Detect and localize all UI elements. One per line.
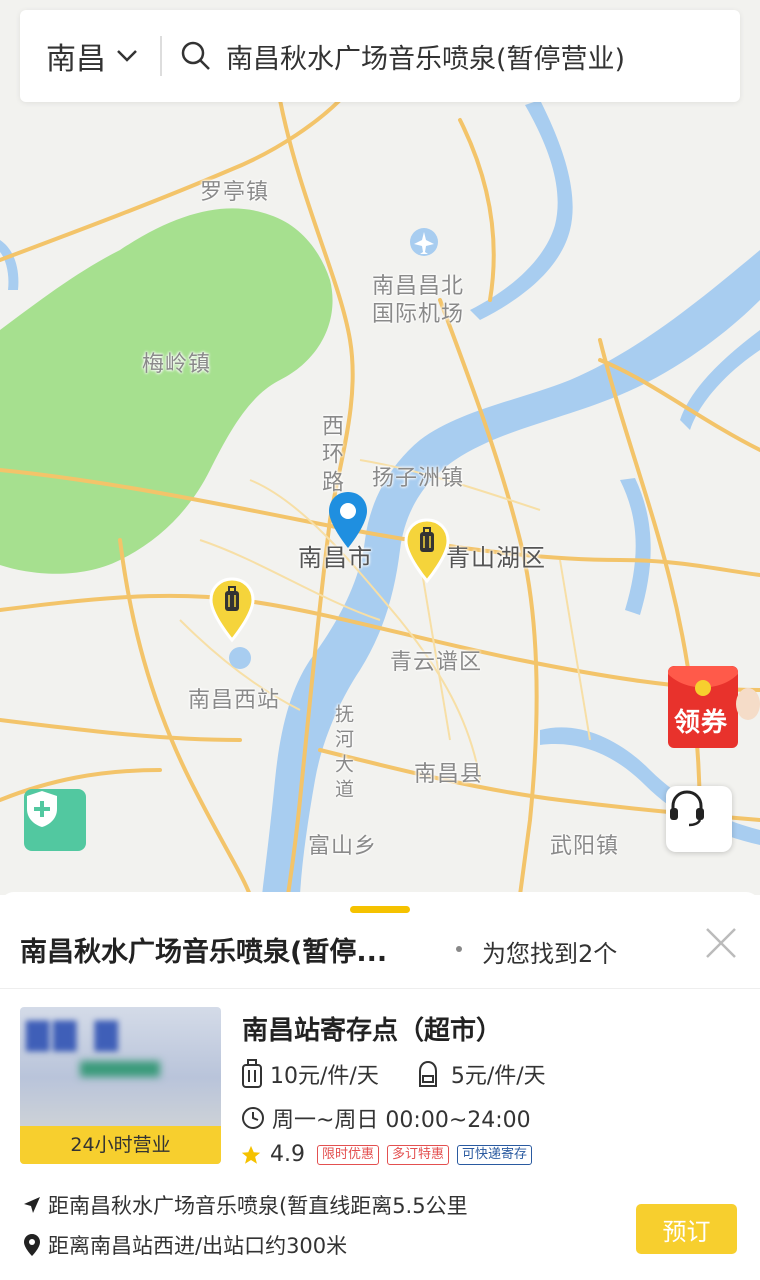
map-label-airport-line2: 国际机场	[372, 302, 465, 327]
thumbnail-image-content: ▇▇ ▇	[26, 1017, 122, 1052]
address-row: 距离南昌站西进/出站口约300米	[22, 1230, 347, 1260]
luggage-storage-pin-icon[interactable]	[208, 577, 256, 643]
location-marker-icon	[24, 1234, 40, 1256]
sheet-title: 南昌秋水广场音乐喷泉(暂停...	[20, 937, 388, 968]
map-label-meiling: 梅岭镇	[142, 352, 212, 377]
map-label-luoting: 罗亭镇	[200, 180, 270, 205]
sheet-drag-handle[interactable]	[350, 906, 410, 913]
luggage-icon	[242, 1059, 262, 1088]
close-icon[interactable]	[703, 925, 739, 961]
map-label-xihuan: 西环路	[318, 414, 343, 498]
location-pin-icon[interactable]	[326, 490, 370, 550]
chevron-down-icon	[117, 50, 137, 62]
book-button[interactable]: 预订	[636, 1204, 737, 1254]
backpack-icon	[418, 1060, 437, 1087]
luggage-storage-pin-icon[interactable]	[403, 518, 451, 584]
city-selector[interactable]: 南昌	[46, 34, 138, 78]
map-label-qingshanhu: 青山湖区	[446, 544, 546, 572]
shield-plus-icon	[27, 791, 57, 827]
search-divider	[160, 36, 162, 76]
backpack-price: 5元/件/天	[450, 1064, 546, 1089]
price-row: 10元/件/天 5元/件/天	[240, 1058, 546, 1090]
customer-service-button[interactable]	[666, 786, 732, 852]
map-label-nanchang-county: 南昌县	[414, 762, 484, 787]
search-bar: 南昌 南昌秋水广场音乐喷泉(暂停营业)	[20, 10, 740, 102]
luggage-price: 10元/件/天	[270, 1064, 379, 1089]
map-label-fushan: 富山乡	[308, 834, 378, 859]
results-sheet: 南昌秋水广场音乐喷泉(暂停... 为您找到2个 ▇▇ ▇ 24小时营业 南昌站寄…	[0, 892, 760, 1280]
search-input[interactable]: 南昌秋水广场音乐喷泉(暂停营业)	[226, 37, 625, 76]
coupon-button[interactable]: 领券	[666, 664, 760, 752]
hours-row: 周一~周日 00:00~24:00	[240, 1102, 531, 1134]
tag-express-storage: 可快递寄存	[457, 1144, 533, 1165]
clock-icon	[242, 1107, 264, 1129]
rating-value: 4.9	[270, 1142, 305, 1167]
coupon-label: 领券	[674, 708, 729, 738]
distance-text: 距南昌秋水广场音乐喷泉(暂直线距离5.5公里	[48, 1194, 468, 1218]
result-count: 为您找到2个	[482, 940, 618, 968]
tag-multi-order-offer: 多订特惠	[387, 1144, 450, 1165]
star-icon	[241, 1145, 261, 1164]
map-label-qingyunpu: 青云谱区	[390, 650, 483, 675]
map-label-wuyang: 武阳镇	[550, 834, 620, 859]
map-label-yangzizhou: 扬子洲镇	[372, 466, 465, 491]
tag-limited-offer: 限时优惠	[317, 1144, 380, 1165]
map-canvas[interactable]	[0, 0, 760, 895]
city-name: 南昌	[46, 42, 106, 77]
shop-thumbnail[interactable]: ▇▇ ▇ 24小时营业	[20, 1007, 221, 1164]
bullet-dot	[456, 946, 462, 952]
headset-icon	[670, 790, 704, 827]
rating-row: 4.9 限时优惠 多订特惠 可快递寄存	[240, 1142, 533, 1167]
map-view[interactable]: 罗亭镇 梅岭镇 南昌昌北 国际机场 西环路 扬子洲镇 南昌市 青山湖区 青云谱区…	[0, 0, 760, 895]
distance-row: 距南昌秋水广场音乐喷泉(暂直线距离5.5公里	[22, 1190, 468, 1220]
open-24h-badge: 24小时营业	[20, 1126, 221, 1164]
shop-name[interactable]: 南昌站寄存点（超市）	[242, 1010, 502, 1047]
address-text: 距离南昌站西进/出站口约300米	[48, 1234, 348, 1258]
divider	[0, 988, 760, 989]
safety-shield-button[interactable]	[24, 789, 86, 851]
map-label-fuhe-road: 抚河大道	[332, 704, 354, 804]
thumbnail-image-content	[80, 1061, 160, 1077]
opening-hours: 周一~周日 00:00~24:00	[272, 1108, 531, 1133]
map-label-west-station: 南昌西站	[188, 688, 281, 713]
navigation-arrow-icon	[24, 1197, 40, 1213]
search-icon[interactable]	[180, 40, 212, 72]
